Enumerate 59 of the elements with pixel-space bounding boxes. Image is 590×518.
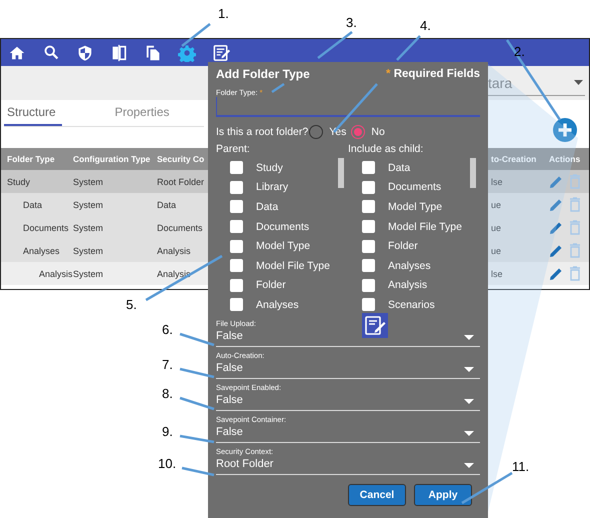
- table-cell-text: Documents: [22, 222, 70, 232]
- table-cell-text: ue: [491, 246, 502, 256]
- table-cell-text: lse: [491, 176, 504, 186]
- table-cell-text: ue: [491, 200, 502, 210]
- checkbox-label: Scenarios: [388, 298, 435, 311]
- callout-number: 7.: [162, 357, 173, 372]
- callout-number: 4.: [420, 18, 431, 33]
- table-cell-text: System: [73, 268, 104, 278]
- table-cell-text: lse: [491, 268, 504, 278]
- callout-number: 8.: [162, 386, 173, 401]
- checkbox-label: Analyses: [388, 260, 431, 272]
- checkbox-label: Study: [256, 162, 283, 174]
- table-cell-text: Analysis: [157, 268, 192, 278]
- callout-number: 5.: [126, 297, 137, 312]
- checkbox-label: Documents: [256, 220, 310, 233]
- checkbox-label: Documents: [388, 181, 442, 194]
- checkbox-label: Folder: [388, 240, 418, 252]
- column-header: Actions: [548, 154, 582, 164]
- callout-number: 2.: [514, 44, 525, 59]
- table-cell-text: ue: [491, 222, 502, 232]
- callout-number: 9.: [162, 424, 173, 439]
- callout-number: 11.: [512, 459, 530, 474]
- table-cell-text: Data: [22, 200, 44, 210]
- checkbox-label: Model Type: [388, 200, 442, 213]
- radio-label: No: [371, 126, 385, 138]
- radio-label: Yes: [329, 126, 346, 138]
- table-cell-text: Data: [157, 200, 178, 210]
- callout-number: 10.: [158, 456, 176, 471]
- table-cell-text: System: [73, 222, 104, 232]
- column-header: Security Co: [157, 154, 206, 164]
- column-header: to-Creation: [491, 154, 538, 164]
- required-fields-note: * Required Fields: [386, 68, 480, 80]
- dialog-title: Add Folder Type: [216, 67, 310, 81]
- checkbox-label: Data: [256, 200, 278, 213]
- list-label: Parent:: [216, 143, 251, 155]
- table-cell-text: Analyses: [22, 246, 61, 256]
- table-cell-text: System: [73, 200, 104, 210]
- list-label: Include as child:: [348, 143, 424, 155]
- table-cell-text: Root Folder: [157, 176, 206, 186]
- callout-number: 1.: [218, 6, 229, 21]
- checkbox-label: Data: [388, 162, 410, 174]
- column-header: Folder Type: [6, 154, 56, 164]
- column-header: Configuration Type: [73, 154, 152, 164]
- question-label: Is this a root folder?: [216, 126, 308, 138]
- checkbox-label: Folder: [256, 279, 286, 292]
- table-cell-text: System: [73, 246, 104, 256]
- table-cell-text: Analysis: [38, 268, 73, 278]
- checkbox-label: Analyses: [256, 298, 299, 311]
- callout-number: 6.: [162, 322, 173, 337]
- checkbox-label: Library: [256, 181, 288, 194]
- checkbox-label: Model File Type: [256, 260, 330, 272]
- checkbox-label: Analysis: [388, 279, 428, 292]
- checkbox-label: Model File Type: [388, 220, 462, 233]
- table-cell-text: Documents: [157, 222, 204, 232]
- table-cell-text: Study: [6, 176, 32, 186]
- table-cell-text: System: [73, 176, 104, 186]
- checkbox-label: Model Type: [256, 240, 310, 252]
- table-cell-text: Analysis: [157, 246, 192, 256]
- callout-number: 3.: [346, 15, 357, 30]
